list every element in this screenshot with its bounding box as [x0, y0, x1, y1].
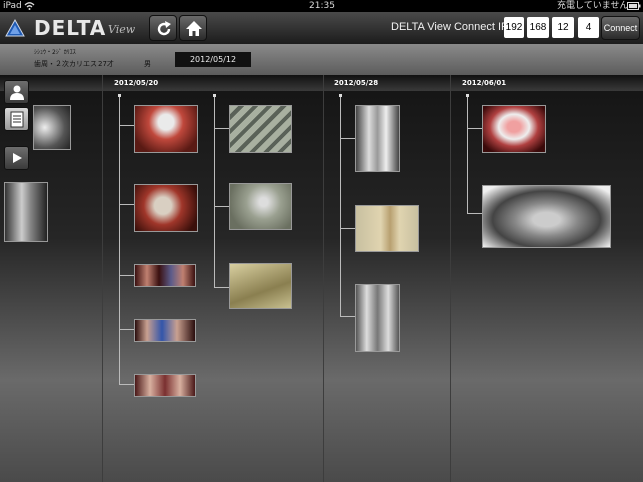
tree-line	[214, 95, 215, 288]
clock: 21:35	[309, 1, 335, 11]
connect-ip-label: DELTA View Connect IP	[391, 21, 509, 33]
tree-node	[466, 94, 469, 97]
tree-line	[119, 275, 134, 276]
banknote-scan-thumbnail[interactable]	[229, 183, 292, 230]
tree-line	[119, 204, 134, 205]
tree-node	[339, 94, 342, 97]
panoramic-xray-thumbnail[interactable]	[482, 185, 611, 248]
battery-status: 充電していません	[557, 1, 629, 11]
document-icon	[10, 111, 24, 128]
ip-octet-1[interactable]: 192	[504, 17, 524, 38]
column-divider	[323, 75, 324, 482]
device-label: iPad	[3, 1, 22, 11]
tree-line	[340, 138, 355, 139]
patient-name: 歯周・２次カリエス	[34, 60, 97, 68]
banknote-scan-thumbnail[interactable]	[229, 105, 292, 153]
tree-line	[214, 128, 229, 129]
tree-node	[118, 94, 121, 97]
ip-octet-3[interactable]: 12	[552, 17, 574, 38]
intraoral-photo-thumbnail[interactable]	[134, 184, 198, 232]
tree-line	[467, 95, 468, 214]
tree-line	[119, 329, 134, 330]
xray-thumbnail[interactable]	[33, 105, 71, 150]
play-button[interactable]	[4, 146, 29, 170]
delta-logo-icon	[5, 18, 25, 37]
home-button[interactable]	[179, 15, 207, 41]
photo-thumbnail[interactable]	[355, 205, 419, 252]
column-divider	[102, 75, 103, 482]
column-divider	[450, 75, 451, 482]
patient-sex: 男	[144, 60, 151, 68]
tree-line	[119, 95, 120, 384]
tree-line	[340, 95, 341, 317]
person-icon	[10, 85, 24, 100]
refresh-button[interactable]	[149, 15, 177, 41]
patient-kana: ｼｼｭｳ・2ｼﾞ ｶﾘｴｽ	[34, 49, 76, 56]
timeline-date-header: 2012/05/20 2012/05/28 2012/06/01	[0, 75, 643, 91]
tree-node	[213, 94, 216, 97]
top-toolbar: DELTA View DELTA View Connect IP 192 168…	[0, 12, 643, 45]
tree-line	[467, 128, 482, 129]
logo-text: DELTA	[34, 16, 107, 40]
timeline-area	[0, 75, 643, 482]
tree-line	[214, 287, 229, 288]
home-icon	[186, 21, 202, 36]
patient-visit-date[interactable]: 2012/05/12	[175, 52, 251, 67]
timeline-date-2: 2012/05/28	[334, 79, 379, 87]
tree-line	[119, 384, 134, 385]
banknote-scan-thumbnail[interactable]	[229, 263, 292, 309]
intraoral-photo-thumbnail[interactable]	[134, 105, 198, 153]
document-button[interactable]	[4, 107, 29, 131]
tree-line	[340, 316, 355, 317]
connect-button[interactable]: Connect	[601, 16, 640, 40]
refresh-icon	[157, 21, 171, 36]
status-bar: iPad 21:35 充電していません	[0, 0, 643, 12]
timeline-date-1: 2012/05/20	[114, 79, 159, 87]
xray-thumbnail[interactable]	[355, 284, 400, 352]
tree-line	[119, 125, 134, 126]
intraoral-photo-thumbnail[interactable]	[134, 374, 196, 397]
ip-octet-2[interactable]: 168	[527, 17, 549, 38]
patient-info-bar: ｼｼｭｳ・2ｼﾞ ｶﾘｴｽ 歯周・２次カリエス 27才 男 2012/05/12	[0, 44, 643, 76]
patient-button[interactable]	[4, 80, 29, 104]
tree-line	[214, 206, 229, 207]
play-icon	[13, 153, 22, 163]
intraoral-photo-thumbnail[interactable]	[134, 264, 196, 287]
xray-thumbnail[interactable]	[4, 182, 48, 242]
tree-line	[467, 213, 482, 214]
patient-age: 27才	[98, 60, 114, 68]
xray-thumbnail[interactable]	[355, 105, 400, 172]
ip-octet-4[interactable]: 4	[578, 17, 599, 38]
timeline-date-3: 2012/06/01	[462, 79, 507, 87]
intraoral-photo-thumbnail[interactable]	[134, 319, 196, 342]
intraoral-photo-thumbnail[interactable]	[482, 105, 546, 153]
tree-line	[340, 228, 355, 229]
logo-subtext: View	[108, 23, 136, 36]
